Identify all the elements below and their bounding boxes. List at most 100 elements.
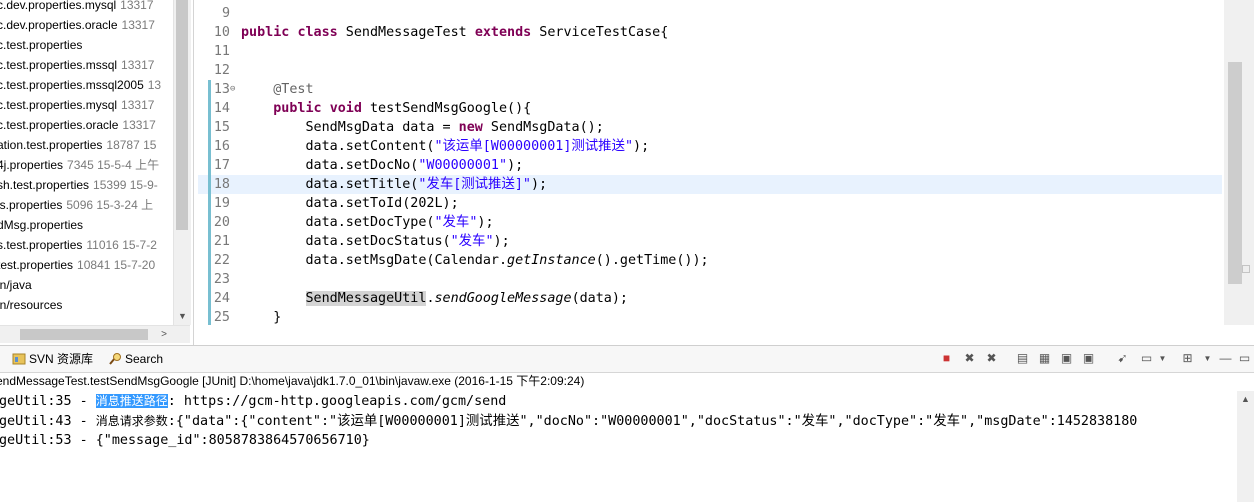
code-line[interactable]: 15 SendMsgData data = new SendMsgData(); — [198, 118, 1222, 137]
line-number: 22 — [213, 253, 230, 268]
open-console-icon[interactable]: ⊞ — [1180, 351, 1195, 366]
tree-item[interactable] — [0, 315, 193, 325]
line-number: 15 — [213, 120, 230, 135]
code-line[interactable]: 18 data.setTitle("发车[测试推送]"); — [198, 175, 1222, 194]
tree-item[interactable]: c.test.properties — [0, 35, 193, 55]
tree-item[interactable]: s.test.properties 11016 15-7-2 — [0, 235, 193, 255]
tree-item[interactable]: in/resources — [0, 295, 193, 315]
code-line[interactable]: 24 SendMessageUtil.sendGoogleMessage(dat… — [198, 289, 1222, 308]
code-text: data.setContent("该运单[W00000001]测试推送"); — [241, 139, 650, 154]
tree-hscroll-thumb[interactable] — [20, 329, 148, 340]
console-line: geUtil:35 - 消息推送路径: https://gcm-http.goo… — [0, 391, 1236, 411]
code-line[interactable]: 22 data.setMsgDate(Calendar.getInstance(… — [198, 251, 1222, 270]
editor-scroll-thumb[interactable] — [1228, 62, 1242, 284]
console-launch-label: endMessageTest.testSendMsgGoogle [JUnit]… — [0, 374, 585, 388]
code-line[interactable]: 17 data.setDocNo("W00000001"); — [198, 156, 1222, 175]
console-vertical-scrollbar[interactable]: ▲ — [1237, 391, 1254, 502]
tree-scroll-thumb[interactable] — [176, 0, 188, 230]
tree-vertical-scrollbar[interactable]: ▼ — [173, 0, 191, 325]
code-text: @Test — [273, 82, 314, 97]
scroll-lock-icon[interactable]: ▤ — [1015, 351, 1030, 366]
console-output[interactable]: geUtil:35 - 消息推送路径: https://gcm-http.goo… — [0, 391, 1236, 502]
tree-item-name: ation.test.properties — [0, 138, 103, 152]
tree-item-name: sh.test.properties — [0, 178, 90, 192]
svn-repository-icon — [12, 352, 26, 366]
tab-search[interactable]: Search — [104, 349, 169, 369]
remove-launch-icon[interactable]: ✖ — [962, 351, 977, 366]
tree-scroll-down-arrow-icon[interactable]: ▼ — [174, 308, 191, 324]
maximize-icon[interactable]: ▭ — [1237, 351, 1252, 366]
line-number: 14 — [213, 101, 230, 116]
code-editor[interactable]: 9 10 public class SendMessageTest extends … — [198, 0, 1254, 325]
terminate-icon[interactable]: ■ — [939, 351, 954, 366]
tree-item-name: in/java — [0, 278, 32, 292]
tree-item[interactable]: c.test.properties.mssql2005 13 — [0, 75, 193, 95]
tree-item[interactable]: sh.test.properties 15399 15-9- — [0, 175, 193, 195]
show-console-on-output-icon[interactable]: ▣ — [1059, 351, 1074, 366]
code-line[interactable]: 25 } — [198, 308, 1222, 325]
code-line[interactable]: 10 public class SendMessageTest extends S… — [198, 23, 1222, 42]
code-line[interactable]: 19 data.setToId(202L); — [198, 194, 1222, 213]
console-line-label: 消息请求参数 — [95, 414, 168, 428]
tree-item[interactable]: is.properties 5096 15-3-24 上 — [0, 195, 193, 215]
tree-item[interactable]: dMsg.properties — [0, 215, 193, 235]
tree-item[interactable]: c.test.properties.mysql 13317 — [0, 95, 193, 115]
line-number: 20 — [213, 215, 230, 230]
console-line: geUtil:43 - 消息请求参数:{"data":{"content":"该… — [0, 411, 1236, 431]
show-console-on-error-icon[interactable]: ▣ — [1081, 351, 1096, 366]
line-number: 11 — [213, 44, 230, 59]
tree-item-meta: 13317 — [121, 58, 155, 72]
line-number: 24 — [213, 291, 230, 306]
pin-console-icon[interactable]: ➹ — [1115, 351, 1130, 366]
line-number: 9 — [221, 6, 230, 21]
line-number: 13 — [213, 82, 230, 97]
tree-item[interactable]: c.test.properties.mssql 13317 — [0, 55, 193, 75]
display-selected-console-icon[interactable]: ▭ — [1139, 351, 1154, 366]
selected-text[interactable]: 消息推送路径 — [95, 394, 168, 408]
code-text: data.setTitle("发车[测试推送]"); — [241, 177, 548, 192]
bottom-panel-tabbar: SVN 资源库 Search ■ ✖ ✖ ▤ ▦ ▣ ▣ ➹ ▭ ▼ ⊞ ▼ —… — [0, 345, 1254, 373]
code-line[interactable]: 11 — [198, 42, 1222, 61]
tab-svn-repositories[interactable]: SVN 资源库 — [8, 349, 99, 369]
word-wrap-icon[interactable]: ▦ — [1037, 351, 1052, 366]
open-console-dropdown-icon[interactable]: ▼ — [1200, 351, 1215, 366]
editor-vertical-scrollbar[interactable] — [1224, 0, 1254, 325]
tree-item-name: c.dev.properties.mysql — [0, 0, 117, 12]
console-scroll-up-arrow-icon[interactable]: ▲ — [1237, 391, 1254, 407]
code-line[interactable]: 12 — [198, 61, 1222, 80]
tree-item[interactable]: c.test.properties.oracle 13317 — [0, 115, 193, 135]
display-console-dropdown-icon[interactable]: ▼ — [1155, 351, 1170, 366]
line-number: 16 — [213, 139, 230, 154]
line-number: 18 — [213, 177, 230, 192]
code-line[interactable]: 14 public void testSendMsgGoogle(){ — [198, 99, 1222, 118]
code-line[interactable]: 23 — [198, 270, 1222, 289]
remove-all-terminated-icon[interactable]: ✖ — [984, 351, 999, 366]
tree-item[interactable]: in/java — [0, 275, 193, 295]
code-text: public void testSendMsgGoogle(){ — [273, 101, 532, 116]
tree-list: c.dev.properties.mysql 13317 c.dev.propert… — [0, 0, 193, 325]
line-number: 23 — [213, 272, 230, 287]
minimize-icon[interactable]: — — [1218, 351, 1233, 366]
tree-item-name: c.test.properties.mysql — [0, 98, 118, 112]
tree-item[interactable]: c.dev.properties.oracle 13317 — [0, 15, 193, 35]
console-line-prefix: geUtil:35 - — [0, 394, 96, 409]
code-line[interactable]: 21 data.setDocStatus("发车"); — [198, 232, 1222, 251]
tree-item-meta: 11016 15-7-2 — [86, 238, 157, 252]
tree-item[interactable]: ation.test.properties 18787 15 — [0, 135, 193, 155]
tree-item[interactable]: c.dev.properties.mysql 13317 — [0, 0, 193, 15]
tree-item[interactable]: test.properties 10841 15-7-20 — [0, 255, 193, 275]
tree-horizontal-scrollbar[interactable]: > — [0, 325, 190, 343]
tree-item-meta: 10841 15-7-20 — [77, 258, 156, 272]
console-line-text: :{"data":{"content":"该运单[W00000001]测试推送"… — [167, 414, 1138, 429]
code-line[interactable]: 9 — [198, 4, 1222, 23]
fold-toggle-icon[interactable]: ⊖ — [230, 80, 235, 99]
code-line[interactable]: 16 data.setContent("该运单[W00000001]测试推送")… — [198, 137, 1222, 156]
code-line[interactable]: 20 data.setDocType("发车"); — [198, 213, 1222, 232]
tree-item[interactable]: 4j.properties 7345 15-5-4 上午 — [0, 155, 193, 175]
tree-scroll-right-arrow-icon[interactable]: > — [157, 326, 171, 343]
tree-item-name: 4j.properties — [0, 158, 64, 172]
tree-item-name: test.properties — [0, 258, 74, 272]
tree-item-meta: 5096 15-3-24 上 — [66, 198, 154, 212]
tab-search-label: Search — [125, 352, 164, 366]
code-line[interactable]: 13 @Test ⊖ — [198, 80, 1222, 99]
